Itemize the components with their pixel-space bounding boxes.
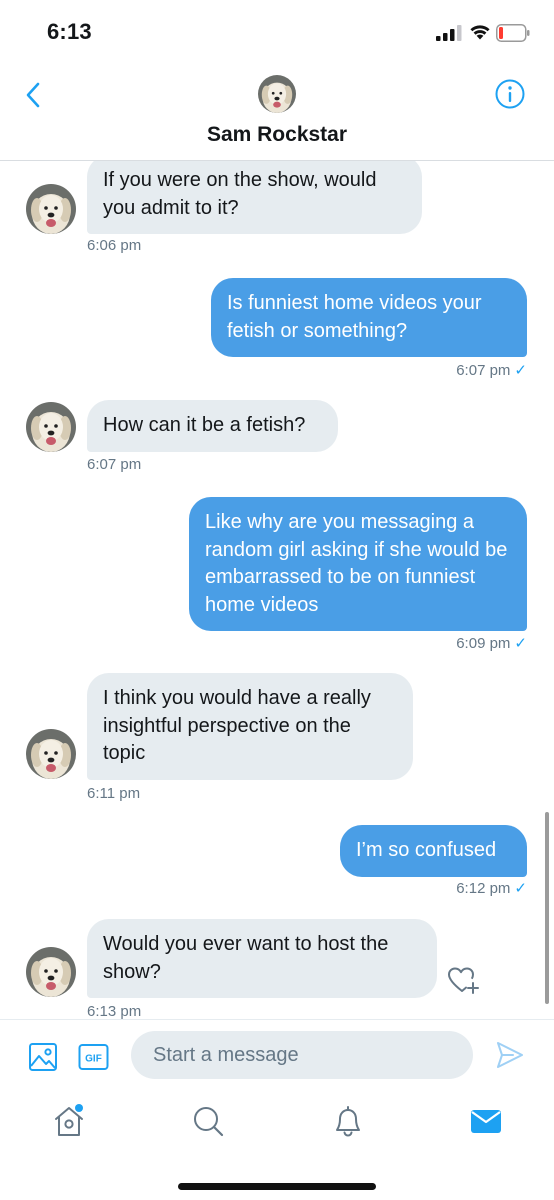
message-timestamp: 6:07 pm [456,362,511,379]
battery-icon [496,24,530,42]
dog-avatar-image [26,184,76,234]
home-icon [55,1104,83,1136]
status-bar: 6:13 [0,0,554,62]
image-icon[interactable] [28,1042,58,1072]
heart-plus-icon[interactable] [447,966,481,996]
status-time: 6:13 [47,19,92,44]
message-bubble-incoming[interactable]: If you were on the show, would you admit… [87,161,422,234]
dog-avatar-image [26,729,76,779]
wifi-icon [470,25,490,40]
dog-avatar-image [258,75,296,113]
search-icon [194,1107,224,1137]
message-input[interactable] [131,1031,473,1079]
message-timestamp: 6:11 pm [87,785,141,802]
message-timestamp-row: 6:12 pm ✓ [360,879,527,897]
message-bubble-outgoing[interactable]: I’m so confused [340,825,527,877]
sender-avatar[interactable] [26,729,76,779]
bottom-tab-bar [0,1089,554,1200]
message-timestamp: 6:12 pm [456,880,511,897]
info-icon[interactable] [494,78,526,110]
message-list[interactable]: If you were on the show, would you admit… [0,161,554,1019]
chevron-left-icon [26,82,40,108]
message-bubble-incoming[interactable]: How can it be a fetish? [87,400,338,452]
conversation-header: Sam Rockstar [0,62,554,161]
message-bubble-incoming[interactable]: I think you would have a really insightf… [87,673,413,780]
tab-messages[interactable] [468,1103,504,1139]
sender-avatar[interactable] [26,947,76,997]
message-timestamp-row: 6:07 pm ✓ [360,361,527,379]
home-indicator[interactable] [178,1183,376,1190]
message-timestamp: 6:09 pm [456,635,511,652]
sender-avatar[interactable] [26,184,76,234]
send-icon[interactable] [495,1040,525,1070]
tab-home[interactable] [51,1103,87,1139]
message-timestamp: 6:06 pm [87,237,142,254]
dog-avatar-image [26,402,76,452]
dm-conversation-screen: 6:13 Sam Rockstar If you were on the sho… [0,0,554,1200]
gif-icon[interactable]: GIF [78,1042,109,1072]
sender-avatar[interactable] [26,402,76,452]
checkmark-icon: ✓ [514,362,527,379]
message-composer: GIF [0,1019,554,1089]
header-avatar[interactable] [258,75,296,113]
cellular-signal-icon [436,25,462,41]
message-bubble-incoming[interactable]: Would you ever want to host the show? [87,919,437,998]
bell-icon [336,1106,360,1137]
message-bubble-outgoing[interactable]: Like why are you messaging a random girl… [189,497,527,631]
dog-avatar-image [26,947,76,997]
message-timestamp: 6:07 pm [87,456,142,473]
tab-search[interactable] [190,1103,226,1139]
message-timestamp-row: 6:09 pm ✓ [360,634,527,652]
gif-label: GIF [85,1054,102,1065]
message-bubble-outgoing[interactable]: Is funniest home videos your fetish or s… [211,278,527,357]
message-timestamp: 6:13 pm [87,1003,142,1019]
checkmark-icon: ✓ [514,635,527,652]
mail-icon [471,1110,501,1133]
back-button[interactable] [18,78,48,112]
scrollbar[interactable] [545,812,549,1004]
gif-frame: GIF [78,1044,109,1070]
checkmark-icon: ✓ [514,880,527,897]
tab-notifications[interactable] [330,1103,366,1139]
conversation-title[interactable]: Sam Rockstar [0,123,554,147]
